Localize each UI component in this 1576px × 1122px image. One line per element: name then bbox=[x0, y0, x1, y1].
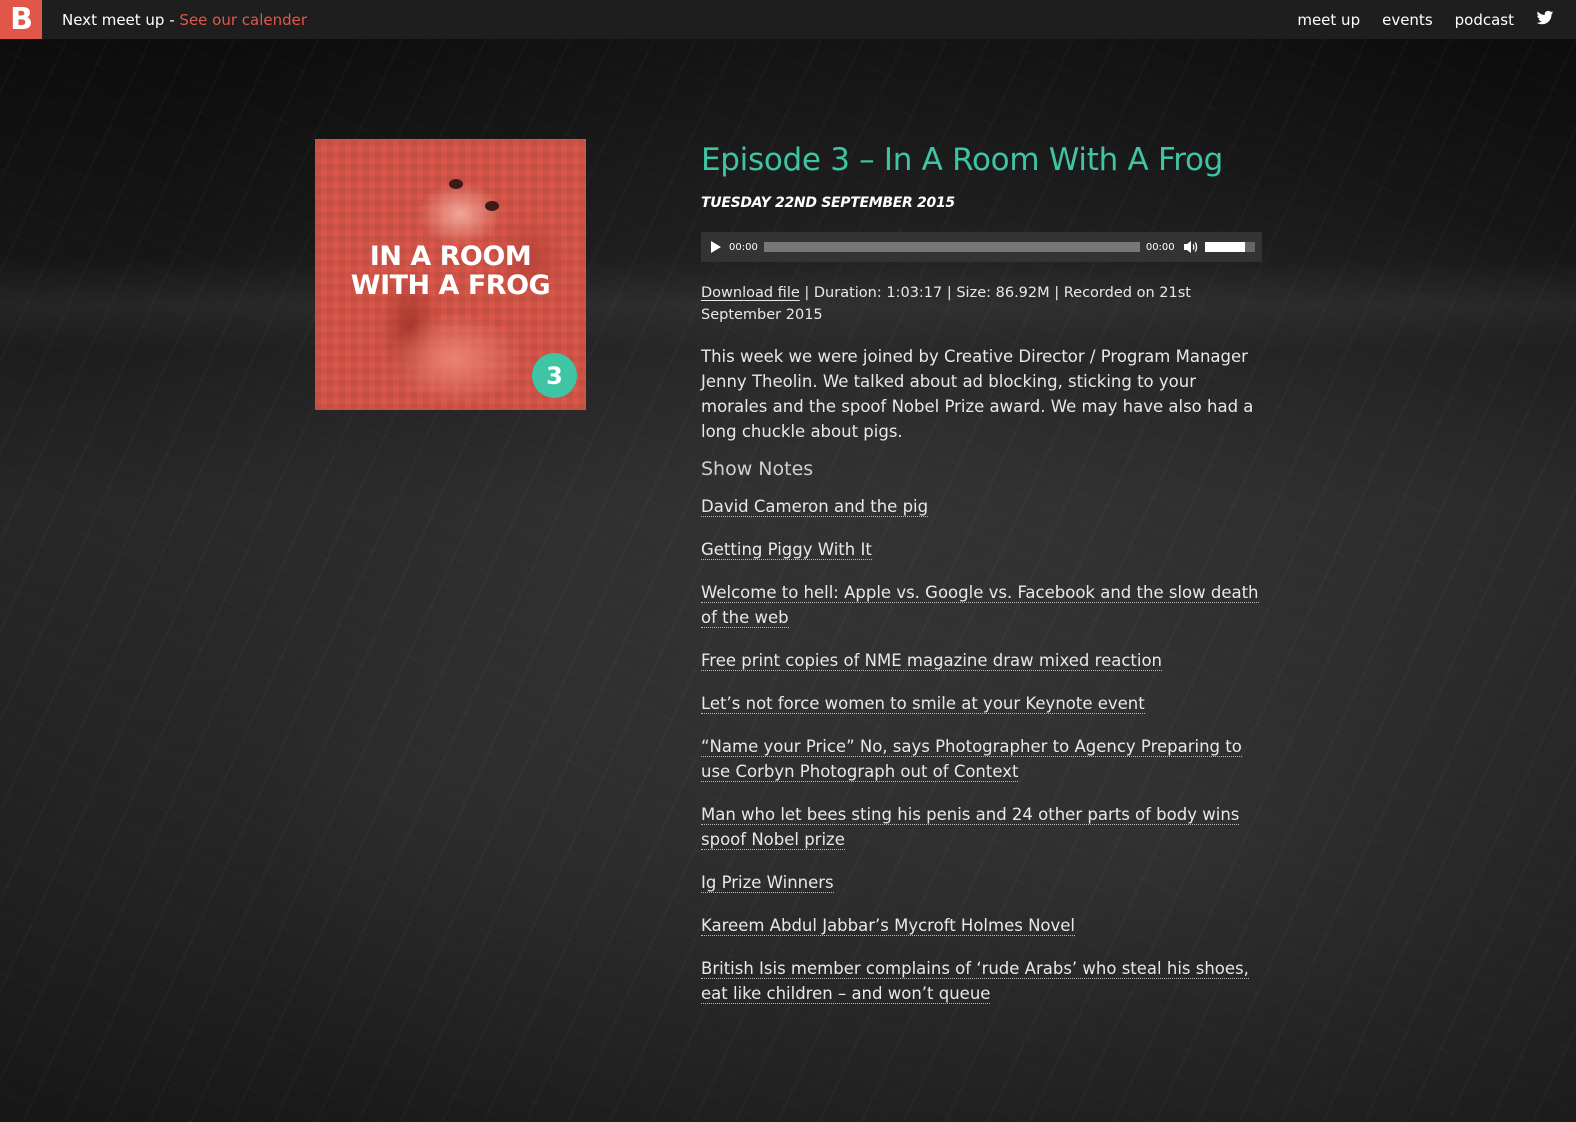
nav-meetup[interactable]: meet up bbox=[1297, 11, 1360, 29]
volume-level bbox=[1204, 242, 1245, 252]
audio-player: 00:00 00:00 bbox=[701, 232, 1262, 262]
show-note-link[interactable]: Getting Piggy With It bbox=[701, 540, 872, 560]
main-nav: meet up events podcast bbox=[1297, 0, 1554, 39]
show-note-item: Ig Prize Winners bbox=[701, 870, 1263, 895]
calendar-link[interactable]: See our calender bbox=[179, 11, 307, 29]
seek-bar[interactable] bbox=[763, 242, 1140, 252]
site-logo[interactable]: B bbox=[0, 0, 42, 39]
volume-slider[interactable] bbox=[1204, 242, 1255, 252]
episode-description: This week we were joined by Creative Dir… bbox=[701, 347, 1254, 441]
nav-events[interactable]: events bbox=[1382, 11, 1433, 29]
show-note-link[interactable]: David Cameron and the pig bbox=[701, 497, 929, 517]
show-note-item: British Isis member complains of ‘rude A… bbox=[701, 956, 1263, 1006]
top-bar: B Next meet up - See our calender meet u… bbox=[0, 0, 1576, 39]
twitter-icon bbox=[1536, 10, 1554, 24]
show-note-link[interactable]: Man who let bees sting his penis and 24 … bbox=[701, 805, 1240, 850]
play-icon[interactable] bbox=[711, 241, 721, 253]
current-time: 00:00 bbox=[729, 241, 758, 253]
show-note-item: Kareem Abdul Jabbar’s Mycroft Holmes Nov… bbox=[701, 913, 1263, 938]
show-note-link[interactable]: British Isis member complains of ‘rude A… bbox=[701, 959, 1249, 1004]
volume-icon[interactable] bbox=[1183, 240, 1199, 254]
show-notes-heading: Show Notes bbox=[701, 458, 814, 480]
cover-title: IN A ROOM WITH A FROG bbox=[350, 241, 551, 301]
episode-content: Episode 3 – In A Room With A Frog TUESDA… bbox=[701, 139, 1263, 1024]
episode-meta: Download file | Duration: 1:03:17 | Size… bbox=[701, 282, 1263, 326]
show-note-item: Welcome to hell: Apple vs. Google vs. Fa… bbox=[701, 580, 1263, 630]
episode-title: Episode 3 – In A Room With A Frog bbox=[701, 142, 1224, 178]
episode-date: TUESDAY 22ND SEPTEMBER 2015 bbox=[701, 195, 955, 211]
show-note-link[interactable]: Ig Prize Winners bbox=[701, 873, 834, 893]
duration-time: 00:00 bbox=[1145, 241, 1175, 253]
show-note-link[interactable]: Free print copies of NME magazine draw m… bbox=[701, 651, 1163, 671]
show-note-link[interactable]: Welcome to hell: Apple vs. Google vs. Fa… bbox=[701, 583, 1259, 628]
show-note-item: David Cameron and the pig bbox=[701, 494, 1263, 519]
episode-cover-art: IN A ROOM WITH A FROG 3 bbox=[315, 139, 586, 410]
next-meetup-banner: Next meet up - See our calender bbox=[62, 11, 307, 29]
show-note-link[interactable]: Kareem Abdul Jabbar’s Mycroft Holmes Nov… bbox=[701, 916, 1076, 936]
twitter-link[interactable] bbox=[1536, 9, 1554, 31]
episode-number-badge: 3 bbox=[532, 353, 577, 398]
show-note-item: Free print copies of NME magazine draw m… bbox=[701, 648, 1263, 673]
cover-eye-right bbox=[485, 201, 499, 211]
show-note-item: Let’s not force women to smile at your K… bbox=[701, 691, 1263, 716]
nav-podcast[interactable]: podcast bbox=[1455, 11, 1514, 29]
show-note-link[interactable]: “Name your Price” No, says Photographer … bbox=[701, 737, 1242, 782]
next-meetup-label: Next meet up - bbox=[62, 10, 180, 29]
download-file-link[interactable]: Download file bbox=[701, 285, 800, 301]
show-note-link[interactable]: Let’s not force women to smile at your K… bbox=[701, 694, 1145, 714]
show-note-item: “Name your Price” No, says Photographer … bbox=[701, 734, 1263, 784]
cover-eye-left bbox=[449, 179, 463, 189]
show-notes-list: David Cameron and the pig Getting Piggy … bbox=[701, 494, 1263, 1006]
show-note-item: Man who let bees sting his penis and 24 … bbox=[701, 802, 1263, 852]
show-note-item: Getting Piggy With It bbox=[701, 537, 1263, 562]
